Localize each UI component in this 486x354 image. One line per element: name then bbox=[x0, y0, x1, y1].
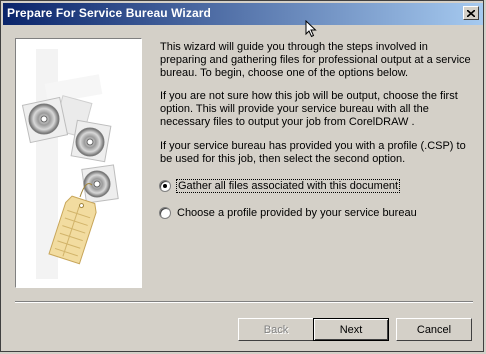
intro-text: This wizard will guide you through the s… bbox=[160, 41, 471, 79]
back-button[interactable]: Back bbox=[238, 318, 314, 341]
cancel-button[interactable]: Cancel bbox=[396, 318, 472, 341]
wizard-illustration bbox=[15, 38, 142, 288]
window-title: Prepare For Service Bureau Wizard bbox=[7, 6, 211, 20]
close-icon bbox=[467, 9, 475, 17]
next-button[interactable]: Next bbox=[313, 318, 389, 341]
guidance-text: If you are not sure how this job will be… bbox=[160, 90, 458, 128]
option-gather-files[interactable]: Gather all files associated with this do… bbox=[159, 178, 401, 194]
gather-files-label[interactable]: Gather all files associated with this do… bbox=[175, 179, 401, 193]
mouse-cursor-icon bbox=[305, 20, 317, 38]
title-bar[interactable]: Prepare For Service Bureau Wizard bbox=[3, 3, 483, 25]
choose-profile-label[interactable]: Choose a profile provided by your servic… bbox=[177, 207, 417, 219]
choose-profile-radio[interactable] bbox=[159, 207, 171, 219]
profile-info-text: If your service bureau has provided you … bbox=[160, 140, 466, 165]
gather-files-radio[interactable] bbox=[159, 180, 171, 192]
option-choose-profile[interactable]: Choose a profile provided by your servic… bbox=[159, 205, 417, 221]
separator bbox=[15, 301, 473, 303]
close-button[interactable] bbox=[463, 6, 479, 20]
wizard-dialog: Prepare For Service Bureau Wizard This w… bbox=[0, 0, 484, 352]
